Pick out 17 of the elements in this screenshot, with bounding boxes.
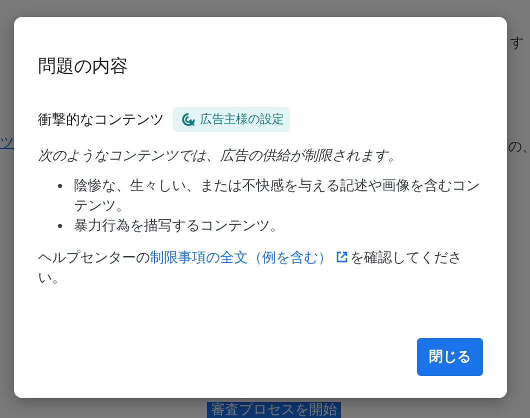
help-link[interactable]: 制限事項の全文（例を含む） — [150, 250, 332, 266]
target-cursor-icon — [181, 112, 196, 127]
dialog-title: 問題の内容 — [38, 55, 129, 79]
text-fragment: の、 — [508, 138, 530, 156]
external-link-icon[interactable] — [336, 251, 348, 263]
advertiser-settings-chip: 広告主様の設定 — [173, 107, 290, 132]
help-text: ヘルプセンターの制限事項の全文（例を含む） を確認してください。 — [38, 249, 463, 288]
text-fragment: す — [510, 34, 524, 52]
list-item-text: 陰惨な、生々しい、または不快感を与える記述や画像を含むコンテンツ。 — [74, 177, 481, 216]
link-fragment[interactable]: ツ — [0, 134, 14, 152]
close-button[interactable]: 閉じる — [417, 338, 483, 376]
start-review-button[interactable]: 審査プロセスを開始 — [207, 402, 341, 418]
bullet-icon — [58, 184, 62, 188]
list-item-text: 暴力行為を描写するコンテンツ。 — [74, 217, 284, 236]
bullet-icon — [58, 224, 62, 228]
intro-text: 次のようなコンテンツでは、広告の供給が制限されます。 — [38, 147, 403, 166]
issue-heading: 衝撃的なコンテンツ — [38, 110, 164, 128]
